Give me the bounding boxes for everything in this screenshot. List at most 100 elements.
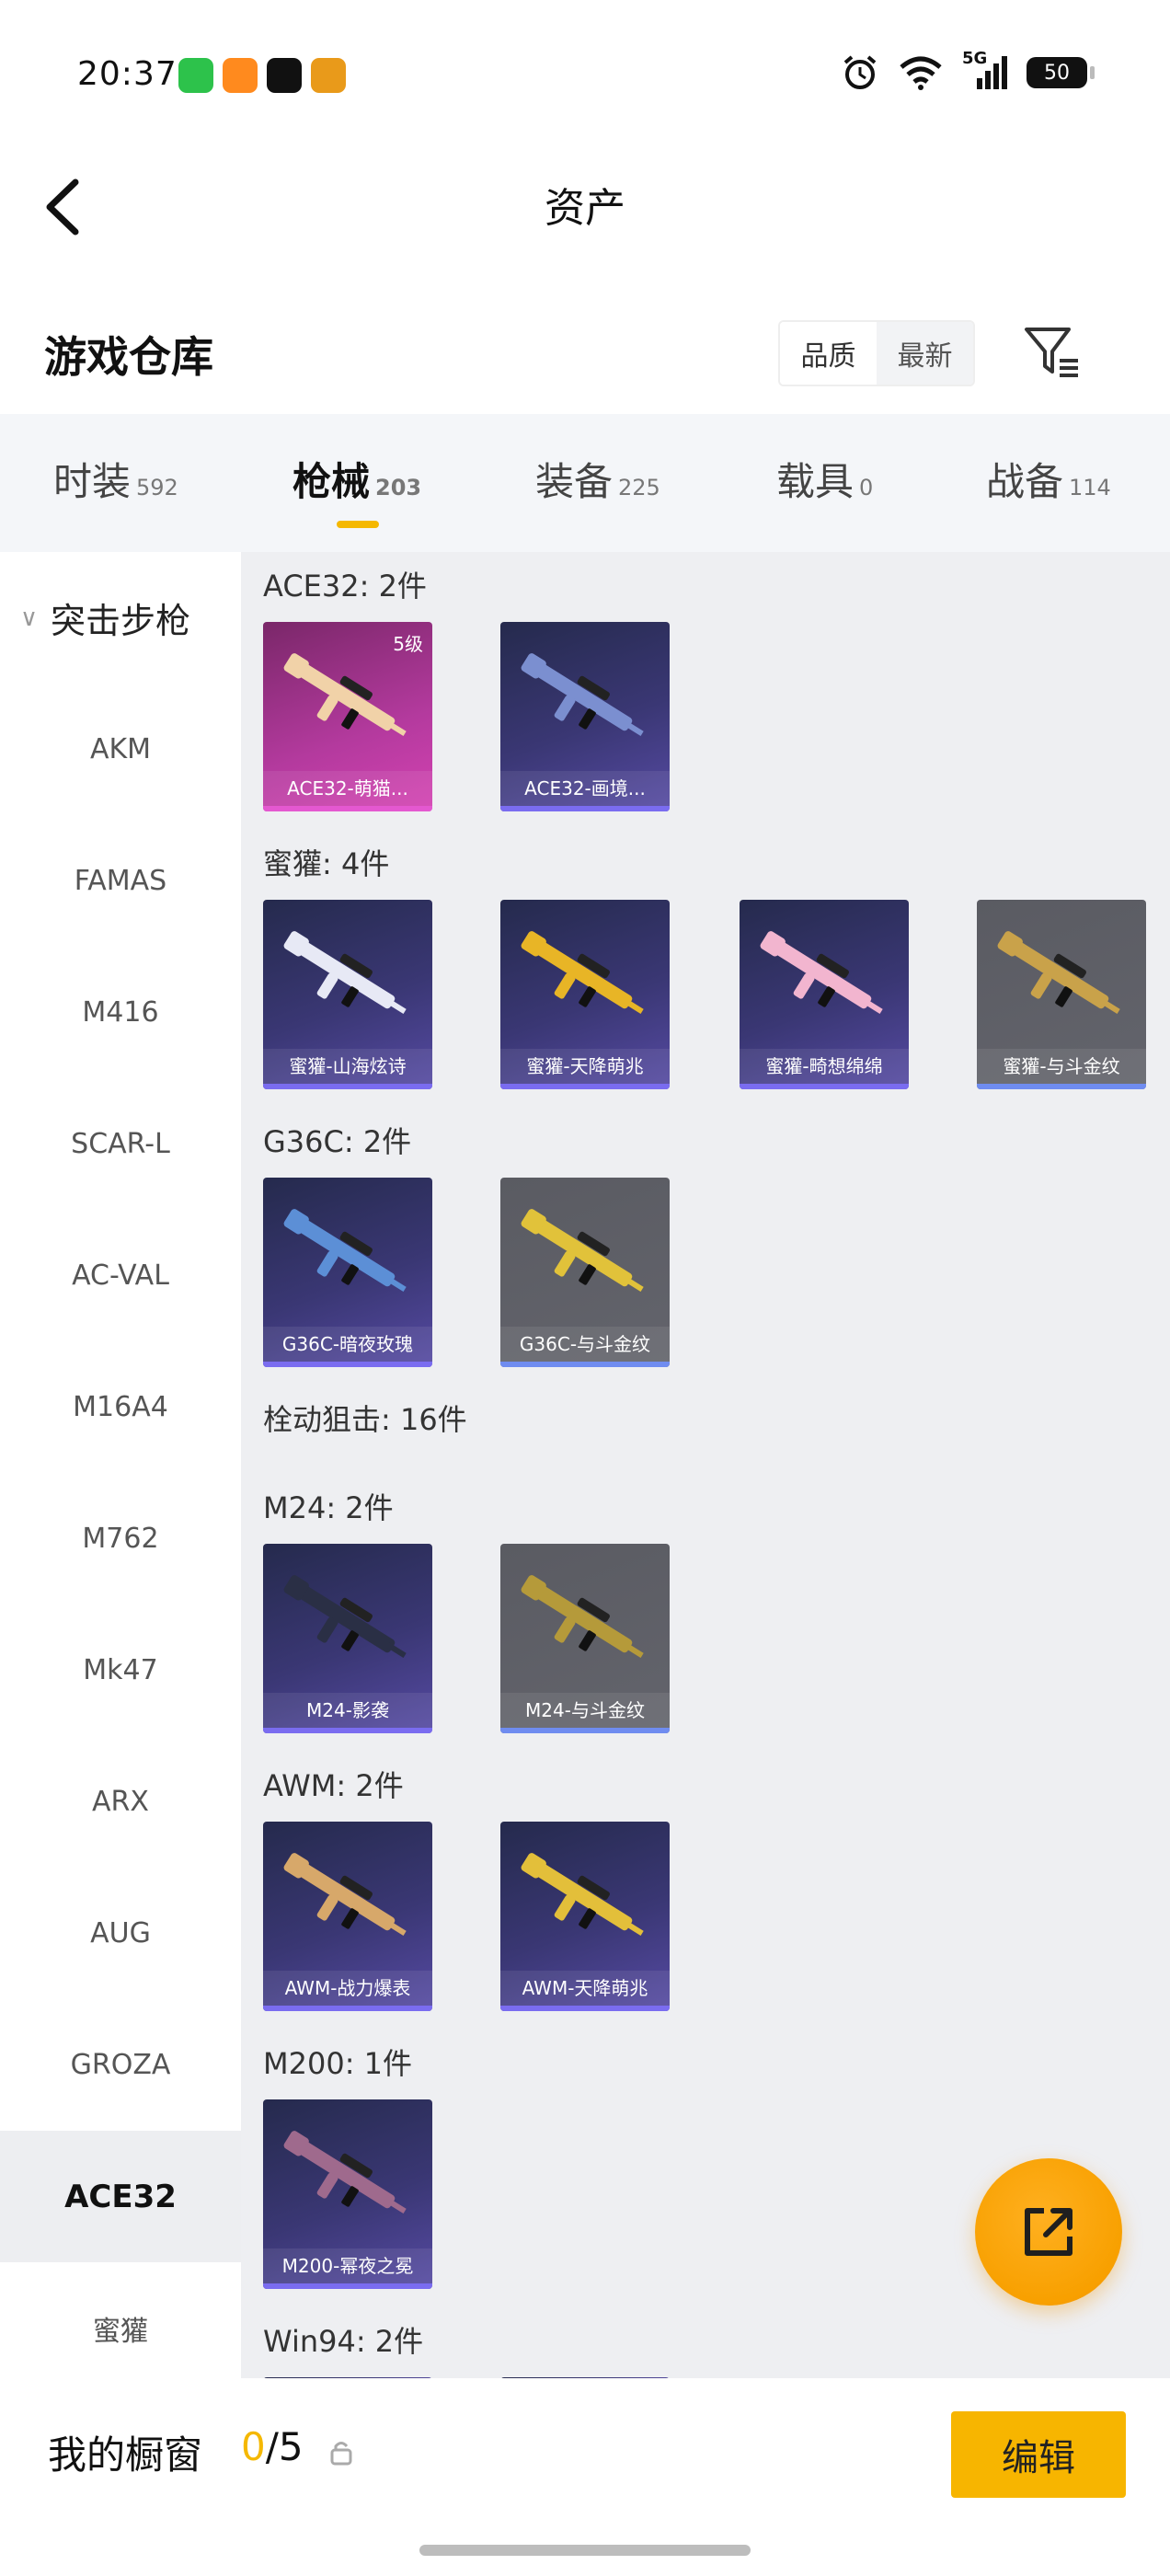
sidebar-item-m762[interactable]: M762 xyxy=(0,1473,241,1604)
share-button[interactable] xyxy=(975,2158,1122,2306)
weapon-card[interactable]: M24-与斗金纹 xyxy=(500,1544,670,1733)
rifle-icon xyxy=(997,931,1120,1015)
sidebar-item-famas[interactable]: FAMAS xyxy=(0,815,241,947)
cellular-signal-icon: 5G xyxy=(962,49,1008,91)
status-time: 20:37 xyxy=(77,55,178,93)
weapon-name: 蜜獾-天降萌兆 xyxy=(500,1049,670,1084)
rifle-icon xyxy=(283,1853,407,1937)
sort-option-quality[interactable]: 品质 xyxy=(780,322,877,385)
sidebar-item-aug[interactable]: AUG xyxy=(0,1868,241,1999)
showcase-count-total: /5 xyxy=(265,2424,304,2469)
tab-count: 203 xyxy=(375,475,422,500)
weapon-card[interactable]: G36C-与斗金纹 xyxy=(500,1178,670,1367)
rarity-bar xyxy=(500,2006,670,2011)
rifle-icon xyxy=(760,931,883,1015)
weapon-name: 蜜獾-山海炫诗 xyxy=(263,1049,432,1084)
weapon-card[interactable]: 5级 ACE32-萌猫... xyxy=(263,622,432,811)
rifle-icon xyxy=(521,1575,644,1659)
rifle-icon xyxy=(283,1209,407,1293)
weapon-card[interactable]: AWM-战力爆表 xyxy=(263,1822,432,2011)
weapon-card[interactable]: M200-幂夜之冕 xyxy=(263,2099,432,2289)
showcase-label: 我的橱窗 xyxy=(48,2432,203,2478)
tab-count: 114 xyxy=(1069,475,1111,500)
tab-count: 592 xyxy=(136,475,178,500)
tab-firearms[interactable]: 枪械 203 xyxy=(292,451,421,507)
weapon-card[interactable]: 蜜獾-山海炫诗 xyxy=(263,900,432,1089)
rarity-bar xyxy=(500,1728,670,1733)
weapon-name: M200-幂夜之冕 xyxy=(263,2248,432,2283)
warehouse-title: 游戏仓库 xyxy=(44,332,213,382)
rarity-bar xyxy=(500,1084,670,1089)
sidebar-item-arx[interactable]: ARX xyxy=(0,1736,241,1868)
weapon-name: AWM-天降萌兆 xyxy=(500,1971,670,2006)
weapon-card[interactable]: 蜜獾-畸想绵绵 xyxy=(740,900,909,1089)
status-right: 5G 50 xyxy=(841,49,1095,92)
chevron-down-icon: ∨ xyxy=(20,604,39,632)
rarity-bar xyxy=(263,1084,432,1089)
weapon-name: G36C-暗夜玫瑰 xyxy=(263,1327,432,1362)
rarity-bar xyxy=(263,806,432,811)
rarity-bar xyxy=(263,2006,432,2011)
tab-fashion[interactable]: 时装 592 xyxy=(53,451,178,507)
weapon-card[interactable]: 蜜獾-天降萌兆 xyxy=(500,900,670,1089)
rarity-bar xyxy=(500,806,670,811)
sidebar-item-scar-l[interactable]: SCAR-L xyxy=(0,1078,241,1210)
sidebar-item-m16a4[interactable]: M16A4 xyxy=(0,1341,241,1473)
weapon-name: AWM-战力爆表 xyxy=(263,1971,432,2006)
sidebar-item-groza[interactable]: GROZA xyxy=(0,1999,241,2131)
tab-vehicles[interactable]: 载具 0 xyxy=(776,451,873,507)
weapon-name: 蜜獾-与斗金纹 xyxy=(977,1049,1146,1084)
sort-option-newest[interactable]: 最新 xyxy=(877,322,973,385)
taobao-flash-icon xyxy=(223,58,258,93)
section-title: G36C: 2件 xyxy=(263,1124,412,1159)
weapon-name: ACE32-画境... xyxy=(500,771,670,806)
alarm-icon xyxy=(843,55,877,89)
weapon-card[interactable]: ACE32-画境... xyxy=(500,622,670,811)
weapon-card[interactable]: AWM-天降萌兆 xyxy=(500,1822,670,2011)
weapon-name: 蜜獾-畸想绵绵 xyxy=(740,1049,909,1084)
lock-icon xyxy=(330,2442,352,2466)
weapon-grid: ACE32: 2件 5级 ACE32-萌猫... ACE32-画境... 蜜獾: 4件蜜… xyxy=(241,552,1170,2385)
wechat-icon xyxy=(178,58,213,93)
sidebar-item-ac-val[interactable]: AC-VAL xyxy=(0,1210,241,1341)
tab-count: 0 xyxy=(859,475,874,500)
wifi-icon xyxy=(900,56,942,90)
weapon-card[interactable]: M24-影袭 xyxy=(263,1544,432,1733)
rifle-icon xyxy=(283,2131,407,2214)
rifle-icon xyxy=(521,1853,644,1937)
section-title: 栓动狙击: 16件 xyxy=(263,1402,467,1437)
tab-equipment[interactable]: 装备 225 xyxy=(535,451,660,507)
edit-button[interactable]: 编辑 xyxy=(951,2411,1126,2498)
active-tab-indicator xyxy=(337,521,379,528)
tab-battle-prep[interactable]: 战备 114 xyxy=(986,451,1111,507)
rifle-icon xyxy=(283,653,407,737)
sidebar-item-ace32[interactable]: ACE32 xyxy=(0,2131,241,2262)
rarity-bar xyxy=(263,1362,432,1367)
nav-header: 资产 xyxy=(0,147,1170,267)
rarity-bar xyxy=(500,1362,670,1367)
weapon-name: M24-影袭 xyxy=(263,1693,432,1728)
tab-label: 枪械 xyxy=(292,459,371,504)
page-title: 资产 xyxy=(545,185,625,232)
tab-count: 225 xyxy=(618,475,660,500)
rarity-bar xyxy=(263,2283,432,2289)
filter-icon[interactable] xyxy=(1023,324,1082,383)
sidebar-item-mk47[interactable]: Mk47 xyxy=(0,1604,241,1736)
category-tabs: 时装 592 枪械 203 装备 225 载具 0 战备 114 xyxy=(0,414,1170,552)
rarity-bar xyxy=(740,1084,909,1089)
rifle-icon xyxy=(521,931,644,1015)
rifle-icon xyxy=(521,653,644,737)
weapon-card[interactable]: G36C-暗夜玫瑰 xyxy=(263,1178,432,1367)
sidebar-group-assault-rifles[interactable]: ∨ 突击步枪 xyxy=(0,552,241,684)
section-title: M24: 2件 xyxy=(263,1490,394,1525)
weapon-card[interactable]: 蜜獾-与斗金纹 xyxy=(977,900,1146,1089)
warehouse-header: 游戏仓库 品质 最新 xyxy=(0,304,1170,405)
section-title: ACE32: 2件 xyxy=(263,569,427,604)
rarity-bar xyxy=(263,1728,432,1733)
game-app-icon xyxy=(311,58,346,93)
sidebar-item-m416[interactable]: M416 xyxy=(0,947,241,1078)
sidebar-item-akm[interactable]: AKM xyxy=(0,684,241,815)
section-title: 蜜獾: 4件 xyxy=(263,846,390,881)
weapon-name: M24-与斗金纹 xyxy=(500,1693,670,1728)
sidebar-item-honey-badger[interactable]: 蜜獾 xyxy=(0,2262,241,2394)
